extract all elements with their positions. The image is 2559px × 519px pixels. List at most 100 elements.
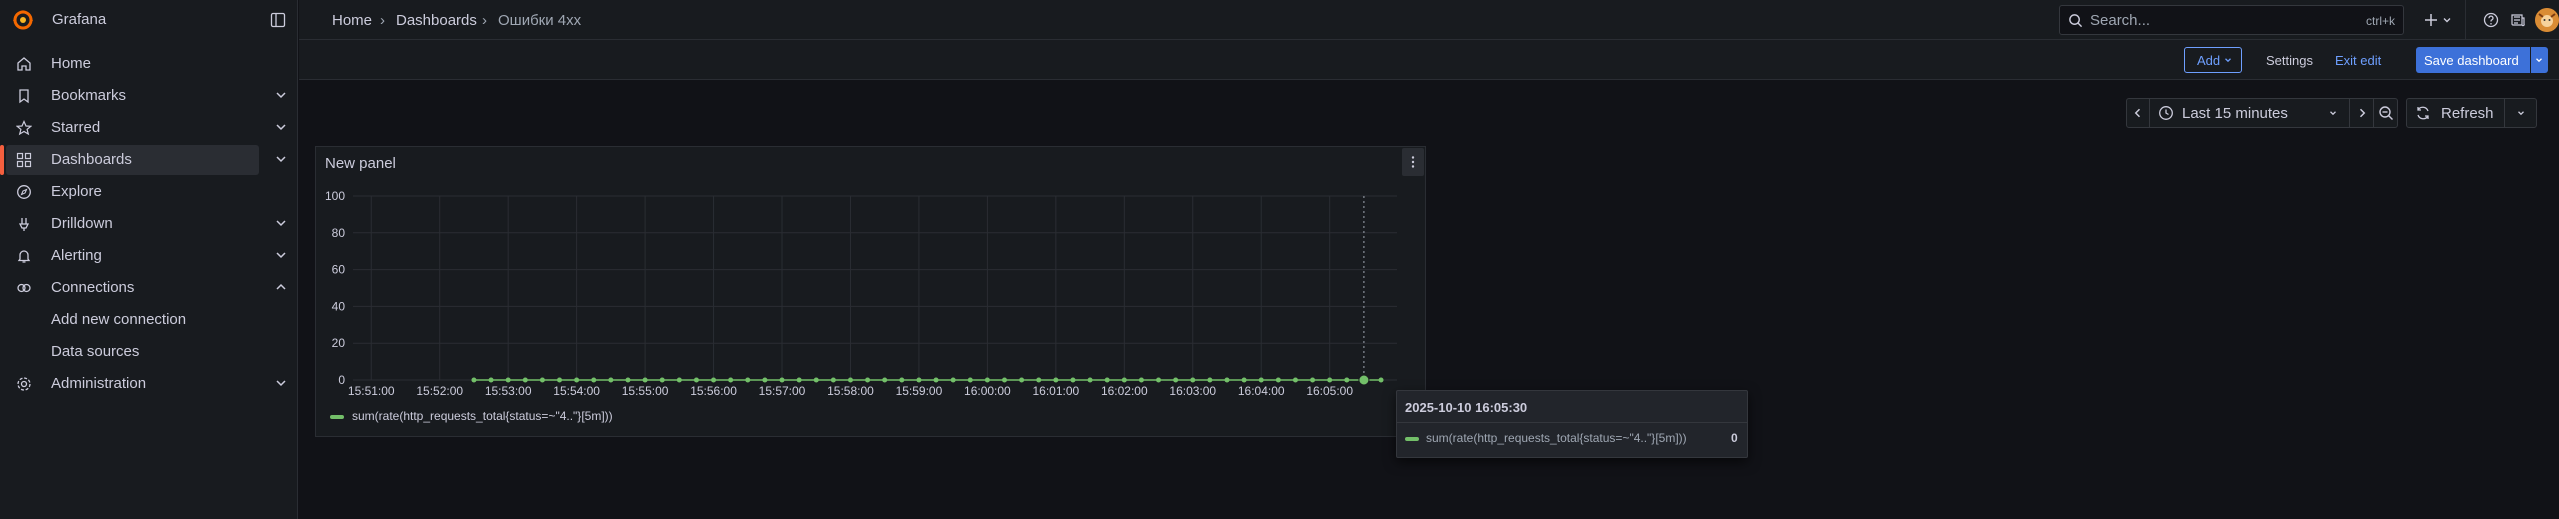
data-point bbox=[865, 377, 871, 383]
sidebar-item-label: Alerting bbox=[51, 247, 102, 264]
refresh-button[interactable]: Refresh bbox=[2407, 99, 2503, 127]
y-tick-label: 60 bbox=[332, 263, 346, 277]
exit-edit-button[interactable]: Exit edit bbox=[2325, 47, 2389, 73]
time-shift-back-button[interactable] bbox=[2127, 99, 2150, 127]
sidebar-item-administration[interactable]: Administration bbox=[6, 369, 286, 399]
data-point bbox=[899, 377, 905, 383]
settings-button[interactable]: Settings bbox=[2254, 47, 2318, 73]
breadcrumb-separator: › bbox=[482, 12, 487, 29]
x-tick-label: 15:56:00 bbox=[690, 384, 737, 398]
sidebar-item-explore[interactable]: Explore bbox=[6, 177, 259, 207]
data-point bbox=[882, 377, 888, 383]
sidebar-item-label: Bookmarks bbox=[51, 87, 127, 104]
breadcrumb-dashboards[interactable]: Dashboards bbox=[396, 12, 477, 29]
data-point bbox=[1241, 377, 1247, 383]
data-point bbox=[1053, 377, 1059, 383]
save-dashboard-button[interactable]: Save dashboard bbox=[2416, 47, 2530, 73]
time-series-chart[interactable]: 0 20 40 60 80 100 15:51:00 15:52:00 15:53:00 15:5… bbox=[316, 147, 1425, 436]
panel[interactable]: New panel 0 20 40 60 80 100 15:51:00 15:52:00 15… bbox=[315, 146, 1426, 437]
grafana-logo-icon[interactable] bbox=[12, 9, 34, 31]
chevron-down-icon bbox=[2443, 18, 2451, 23]
zoom-out-button[interactable] bbox=[2373, 99, 2398, 127]
chevron-up-icon[interactable] bbox=[273, 279, 289, 295]
time-range-picker[interactable]: Last 15 minutes bbox=[2150, 99, 2350, 127]
news-icon[interactable] bbox=[2510, 12, 2526, 28]
tooltip-color-swatch bbox=[1405, 437, 1419, 441]
sidebar-item-label: Administration bbox=[51, 375, 147, 392]
refresh-group: Refresh bbox=[2406, 98, 2537, 128]
link-icon bbox=[17, 283, 31, 293]
data-point bbox=[1207, 377, 1213, 383]
x-tick-label: 15:58:00 bbox=[827, 384, 874, 398]
data-point bbox=[1292, 377, 1298, 383]
data-point bbox=[591, 377, 597, 383]
data-point bbox=[1275, 377, 1281, 383]
x-tick-label: 16:03:00 bbox=[1169, 384, 1216, 398]
chevron-down-icon[interactable] bbox=[273, 215, 289, 231]
sidebar-item-label: Starred bbox=[51, 119, 101, 136]
chevron-down-icon bbox=[2225, 58, 2231, 63]
add-button-label: Add bbox=[2197, 53, 2221, 68]
top-bar: Home › Dashboards › Ошибки 4xx Search...… bbox=[299, 0, 2559, 40]
save-options-button[interactable] bbox=[2531, 47, 2548, 73]
compass-icon bbox=[17, 185, 31, 199]
clock-icon bbox=[2159, 106, 2173, 120]
chevron-left-icon bbox=[2134, 108, 2141, 118]
new-menu-button[interactable] bbox=[2419, 8, 2459, 32]
data-point bbox=[830, 377, 836, 383]
data-point bbox=[1019, 377, 1025, 383]
sidebar-item-connections[interactable]: Connections bbox=[6, 273, 286, 303]
drilldown-icon bbox=[18, 218, 30, 231]
sidebar-item-bookmarks[interactable]: Bookmarks bbox=[6, 81, 286, 111]
legend-color-swatch bbox=[330, 415, 344, 419]
data-point bbox=[1156, 377, 1162, 383]
sidebar-item-alerting[interactable]: Alerting bbox=[6, 241, 286, 271]
avatar[interactable] bbox=[2535, 8, 2559, 32]
tooltip-series-name: sum(rate(http_requests_total{status=~"4.… bbox=[1426, 431, 1687, 445]
x-tick-label: 15:55:00 bbox=[622, 384, 669, 398]
chevron-down-icon[interactable] bbox=[273, 247, 289, 263]
chevron-down-icon[interactable] bbox=[273, 119, 289, 135]
legend-item[interactable]: sum(rate(http_requests_total{status=~"4.… bbox=[330, 409, 730, 425]
chevron-down-icon[interactable] bbox=[273, 87, 289, 103]
data-point bbox=[1224, 377, 1230, 383]
x-tick-label: 15:52:00 bbox=[416, 384, 463, 398]
search-input[interactable]: Search... ctrl+k bbox=[2059, 5, 2404, 35]
data-point bbox=[1258, 377, 1264, 383]
sidebar-item-dashboards[interactable]: Dashboards bbox=[0, 145, 286, 175]
add-button[interactable]: Add bbox=[2184, 47, 2242, 73]
sidebar-item-starred[interactable]: Starred bbox=[6, 113, 286, 143]
sidebar-item-drilldown[interactable]: Drilldown bbox=[6, 209, 286, 239]
chevron-down-icon[interactable] bbox=[273, 151, 289, 167]
data-point bbox=[950, 377, 956, 383]
x-tick-label: 15:51:00 bbox=[348, 384, 395, 398]
sidebar-subitem-add-new-connection[interactable]: Add new connection bbox=[51, 311, 186, 328]
refresh-label: Refresh bbox=[2441, 105, 2494, 122]
refresh-interval-picker[interactable] bbox=[2504, 99, 2537, 127]
data-point bbox=[1070, 377, 1076, 383]
x-tick-label: 15:53:00 bbox=[485, 384, 532, 398]
data-point bbox=[762, 377, 768, 383]
x-tick-label: 15:59:00 bbox=[896, 384, 943, 398]
exit-edit-button-label: Exit edit bbox=[2335, 53, 2382, 68]
y-tick-label: 80 bbox=[332, 226, 346, 240]
time-shift-forward-button[interactable] bbox=[2349, 99, 2374, 127]
help-icon[interactable] bbox=[2483, 12, 2499, 28]
sidebar-subitem-data-sources[interactable]: Data sources bbox=[51, 343, 139, 360]
sidebar-item-home[interactable]: Home bbox=[6, 49, 259, 79]
data-point bbox=[916, 377, 922, 383]
data-point bbox=[1002, 377, 1008, 383]
chevron-down-icon[interactable] bbox=[273, 375, 289, 391]
sidebar-item-label: Drilldown bbox=[51, 215, 113, 232]
x-tick-label: 15:54:00 bbox=[553, 384, 600, 398]
user-avatar-icon bbox=[2535, 8, 2559, 32]
x-tick-label: 16:00:00 bbox=[964, 384, 1011, 398]
plus-icon bbox=[2425, 14, 2437, 26]
breadcrumb-home[interactable]: Home bbox=[332, 12, 372, 29]
data-point bbox=[1087, 377, 1093, 383]
sidebar-item-label: Connections bbox=[51, 279, 135, 296]
breadcrumb-separator: › bbox=[380, 12, 385, 29]
data-point bbox=[693, 377, 699, 383]
dock-menu-icon[interactable] bbox=[270, 12, 286, 28]
data-point bbox=[1173, 377, 1179, 383]
